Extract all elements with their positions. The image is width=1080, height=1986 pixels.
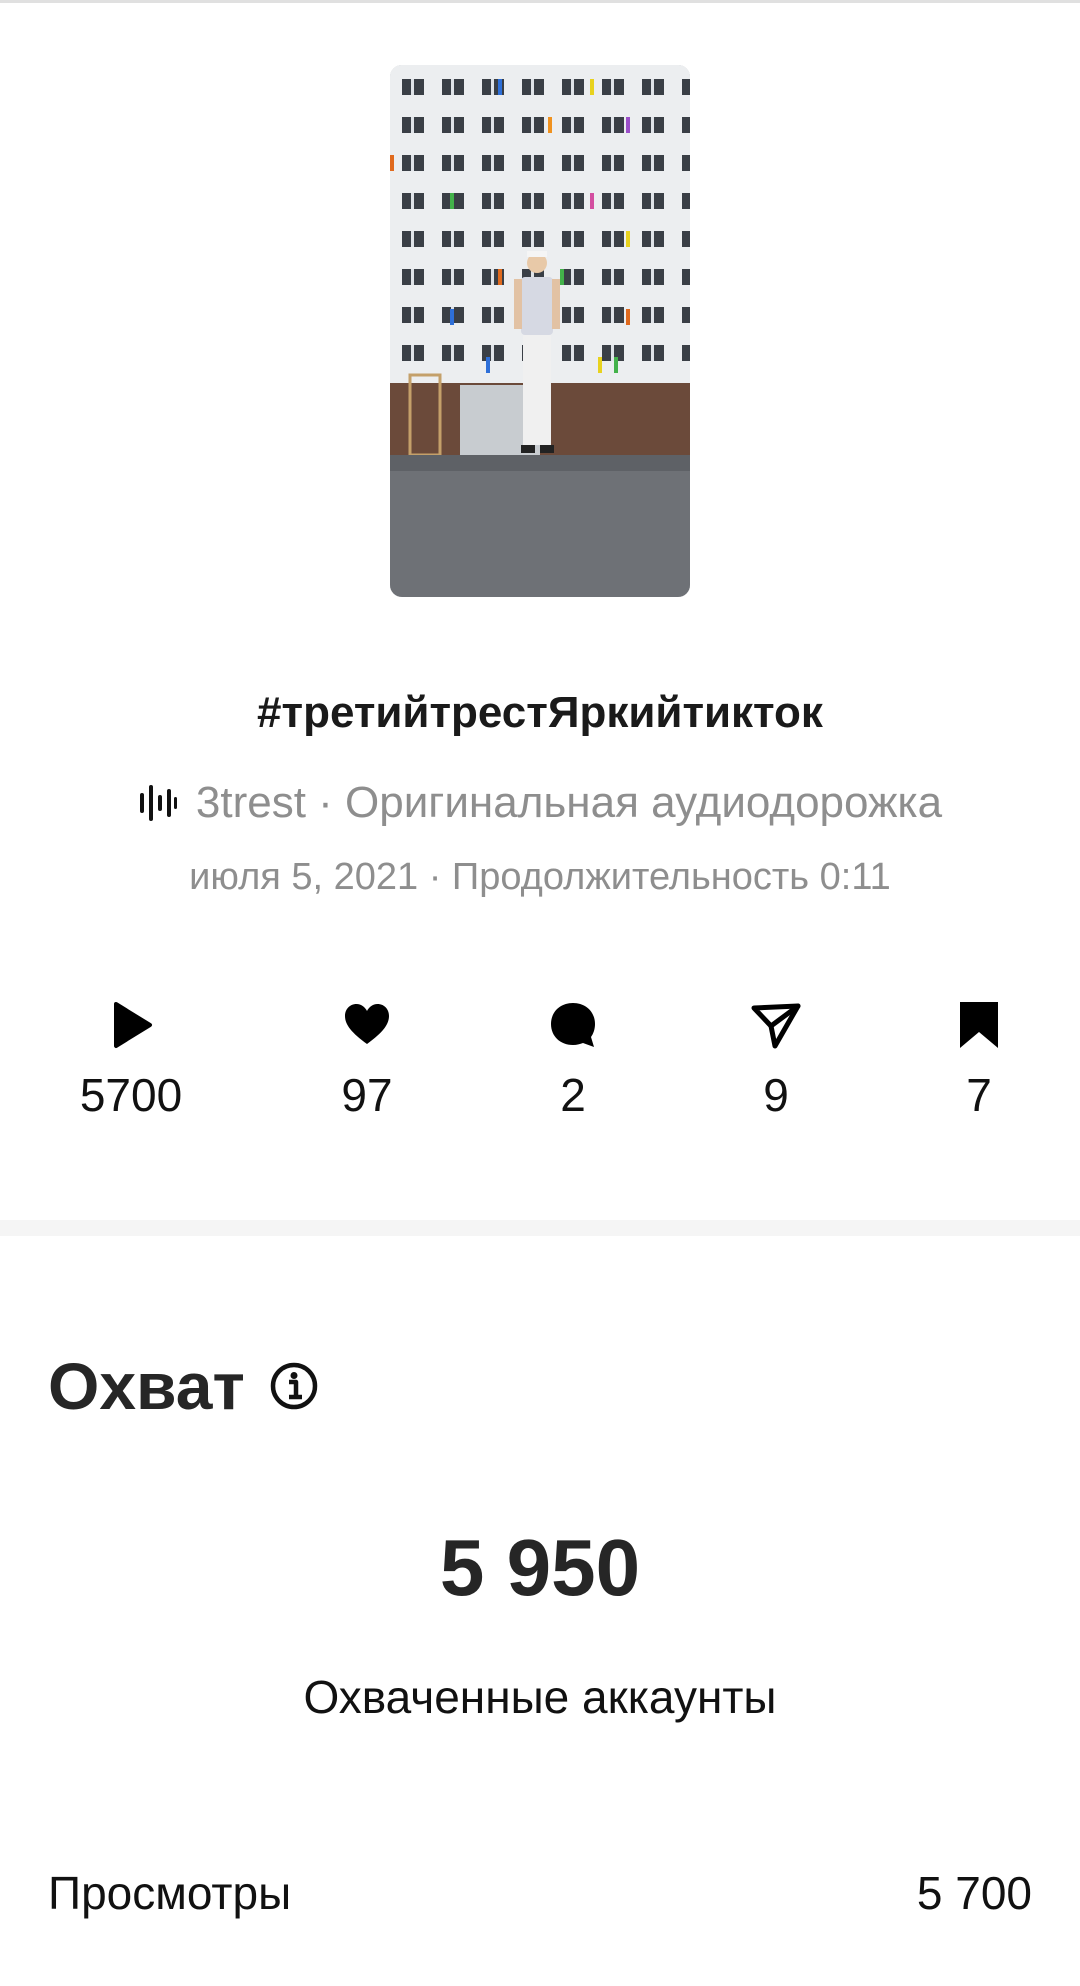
- plays-count: 5700: [79, 1069, 183, 1121]
- play-icon: [114, 1002, 152, 1048]
- comments-count: 2: [560, 1069, 586, 1121]
- info-icon[interactable]: [269, 1361, 319, 1411]
- stat-shares: 9: [696, 1000, 856, 1122]
- send-icon: [751, 1003, 801, 1049]
- stat-likes: 97: [287, 1000, 447, 1122]
- reach-label: Охваченные аккаунты: [303, 1671, 777, 1723]
- reach-value: 5 950: [439, 1523, 641, 1612]
- metric-label: Просмотры: [48, 1867, 292, 1919]
- saves-count: 7: [966, 1069, 992, 1121]
- post-meta: июля 5, 2021 · Продолжительность 0:11: [189, 856, 891, 898]
- post-caption: #третийтрестЯркийтикток: [257, 688, 823, 737]
- heart-icon: [345, 1004, 389, 1044]
- metric-row-views: Просмотры 5 700: [48, 1866, 1032, 1920]
- stat-comments: 2: [493, 1000, 653, 1122]
- reach-title: Охват: [48, 1349, 245, 1423]
- stat-plays: 5700: [51, 1000, 211, 1122]
- stat-saves: 7: [899, 1000, 1059, 1122]
- likes-count: 97: [341, 1069, 393, 1121]
- top-divider: [0, 0, 1080, 3]
- post-thumbnail[interactable]: [390, 65, 690, 597]
- bookmark-icon: [960, 1002, 998, 1048]
- metric-value: 5 700: [916, 1867, 1032, 1919]
- audio-track[interactable]: 3trest · Оригинальная аудиодорожка: [0, 778, 1080, 828]
- shares-count: 9: [763, 1069, 789, 1121]
- comment-icon: [551, 1003, 595, 1047]
- audio-waveform-icon: [139, 785, 177, 821]
- reach-heading: Охват: [48, 1348, 319, 1424]
- thumbnail-image: [390, 65, 690, 597]
- audio-label: 3trest · Оригинальная аудиодорожка: [195, 778, 943, 827]
- section-divider: [0, 1220, 1080, 1236]
